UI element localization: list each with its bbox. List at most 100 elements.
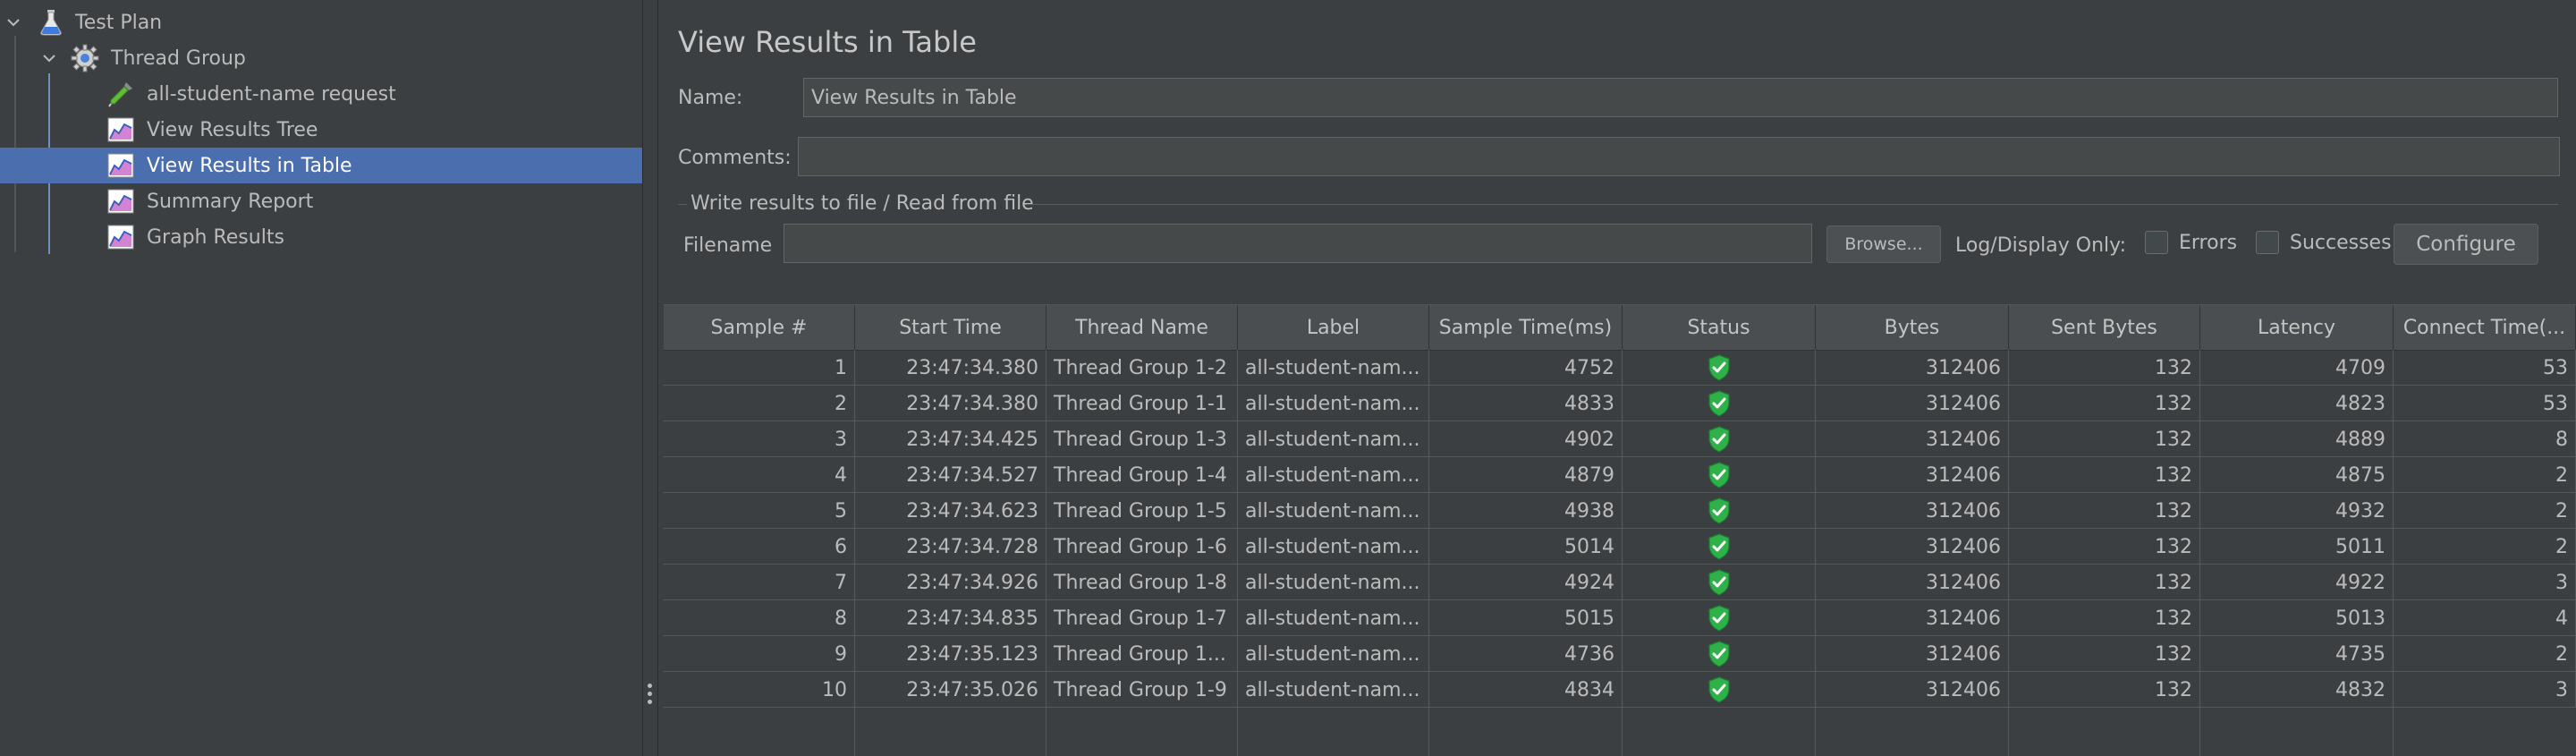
status-success-icon (1623, 600, 1816, 636)
log-display-only-label: Log/Display Only: (1955, 234, 2126, 257)
tree-item-graph-results[interactable]: Graph Results (0, 219, 642, 255)
column-header-sample-number[interactable]: Sample # (664, 305, 855, 350)
browse-button[interactable]: Browse... (1826, 225, 1941, 263)
configure-button[interactable]: Configure (2394, 224, 2538, 265)
successes-checkbox[interactable] (2256, 231, 2279, 254)
column-header-label[interactable]: Label (1238, 305, 1429, 350)
table-cell-sent-bytes: 132 (2009, 421, 2200, 457)
table-cell-sent-bytes: 132 (2009, 457, 2200, 493)
table-cell-thread-name: Thread Group 1-7 (1046, 600, 1238, 636)
column-header-connect-time[interactable]: Connect Time(... (2394, 305, 2576, 350)
table-row[interactable]: 3 23:47:34.425 Thread Group 1-3 all-student… (664, 421, 2576, 457)
column-header-sample-time[interactable]: Sample Time(ms) (1429, 305, 1623, 350)
file-section-title: Write results to file / Read from file (691, 192, 1034, 215)
table-cell-label: all-student-nam... (1238, 529, 1429, 565)
table-row[interactable]: 6 23:47:34.728 Thread Group 1-6 all-student… (664, 529, 2576, 565)
table-cell-label: all-student-nam... (1238, 350, 1429, 386)
drag-handle-icon[interactable] (648, 684, 653, 708)
tree-item-thread-group[interactable]: Thread Group (0, 40, 642, 76)
status-success-icon (1623, 529, 1816, 565)
table-cell-sample-time: 5015 (1429, 600, 1623, 636)
tree-item-summary-report[interactable]: Summary Report (0, 183, 642, 219)
table-cell-latency: 4735 (2200, 636, 2394, 672)
table-cell-sample-number: 2 (664, 386, 855, 421)
table-row[interactable]: 9 23:47:35.123 Thread Group 1... all-studen… (664, 636, 2576, 672)
status-success-icon (1623, 493, 1816, 529)
table-row[interactable]: 4 23:47:34.527 Thread Group 1-4 all-student… (664, 457, 2576, 493)
table-cell-sample-number: 10 (664, 672, 855, 708)
table-row[interactable]: 2 23:47:34.380 Thread Group 1-1 all-student… (664, 386, 2576, 421)
section-divider (678, 204, 687, 205)
column-header-start-time[interactable]: Start Time (855, 305, 1046, 350)
table-cell-connect-time: 3 (2394, 672, 2576, 708)
chevron-down-icon[interactable] (4, 4, 23, 40)
comments-label: Comments: (678, 147, 792, 169)
table-cell-start-time: 23:47:34.926 (855, 565, 1046, 600)
column-header-thread-name[interactable]: Thread Name (1046, 305, 1238, 350)
table-cell-sample-number: 5 (664, 493, 855, 529)
table-cell-label: all-student-nam... (1238, 457, 1429, 493)
table-cell-bytes: 312406 (1816, 672, 2009, 708)
table-cell-sent-bytes: 132 (2009, 672, 2200, 708)
column-header-bytes[interactable]: Bytes (1816, 305, 2009, 350)
table-cell-start-time: 23:47:34.623 (855, 493, 1046, 529)
table-cell-sample-time: 4924 (1429, 565, 1623, 600)
table-cell-sample-number: 8 (664, 600, 855, 636)
column-divider (1428, 708, 1429, 756)
tree-item-test-plan[interactable]: Test Plan (0, 4, 642, 40)
table-cell-sample-time: 4752 (1429, 350, 1623, 386)
column-divider (2199, 708, 2200, 756)
table-cell-bytes: 312406 (1816, 600, 2009, 636)
table-cell-thread-name: Thread Group 1-9 (1046, 672, 1238, 708)
table-cell-latency: 4823 (2200, 386, 2394, 421)
column-divider (854, 708, 855, 756)
table-cell-sample-time: 4938 (1429, 493, 1623, 529)
table-cell-sample-number: 3 (664, 421, 855, 457)
successes-label: Successes (2290, 232, 2392, 254)
table-cell-sent-bytes: 132 (2009, 386, 2200, 421)
table-cell-thread-name: Thread Group 1-2 (1046, 350, 1238, 386)
chevron-down-icon[interactable] (39, 40, 59, 76)
section-divider (1027, 204, 2558, 205)
chart-icon (106, 115, 136, 145)
chart-icon (106, 150, 136, 181)
table-cell-start-time: 23:47:35.026 (855, 672, 1046, 708)
status-success-icon (1623, 386, 1816, 421)
table-row[interactable]: 5 23:47:34.623 Thread Group 1-5 all-student… (664, 493, 2576, 529)
table-cell-label: all-student-nam... (1238, 672, 1429, 708)
column-header-latency[interactable]: Latency (2200, 305, 2394, 350)
table-cell-latency: 4932 (2200, 493, 2394, 529)
table-cell-connect-time: 4 (2394, 600, 2576, 636)
column-header-sent-bytes[interactable]: Sent Bytes (2009, 305, 2200, 350)
status-success-icon (1623, 565, 1816, 600)
name-input[interactable]: View Results in Table (803, 78, 2558, 117)
column-divider (2393, 708, 2394, 756)
table-row[interactable]: 1 23:47:34.380 Thread Group 1-2 all-student… (664, 350, 2576, 386)
errors-checkbox[interactable] (2145, 231, 2168, 254)
column-header-status[interactable]: Status (1623, 305, 1816, 350)
table-row[interactable]: 8 23:47:34.835 Thread Group 1-7 all-student… (664, 600, 2576, 636)
table-row[interactable]: 10 23:47:35.026 Thread Group 1-9 all-studen… (664, 672, 2576, 708)
table-cell-connect-time: 8 (2394, 421, 2576, 457)
table-cell-start-time: 23:47:34.835 (855, 600, 1046, 636)
table-row[interactable]: 7 23:47:34.926 Thread Group 1-8 all-student… (664, 565, 2576, 600)
table-cell-thread-name: Thread Group 1-5 (1046, 493, 1238, 529)
filename-input[interactable] (784, 224, 1812, 263)
status-success-icon (1623, 421, 1816, 457)
table-cell-label: all-student-nam... (1238, 421, 1429, 457)
tree-item-label: Summary Report (147, 190, 314, 213)
table-cell-sample-number: 7 (664, 565, 855, 600)
status-success-icon (1623, 350, 1816, 386)
tree-item-view-results-tree[interactable]: View Results Tree (0, 112, 642, 148)
comments-input[interactable] (798, 137, 2560, 176)
tree-item-http-request[interactable]: all-student-name request (0, 76, 642, 112)
table-cell-thread-name: Thread Group 1-4 (1046, 457, 1238, 493)
split-pane-divider[interactable] (643, 0, 658, 756)
filename-label: Filename (683, 234, 773, 257)
column-divider (1237, 708, 1238, 756)
table-cell-start-time: 23:47:34.380 (855, 350, 1046, 386)
results-table-panel: View Results in Table Name: View Results… (658, 0, 2576, 756)
table-cell-connect-time: 2 (2394, 636, 2576, 672)
test-plan-tree: Test Plan Thread Group all-student-name … (0, 0, 643, 756)
tree-item-view-results-in-table[interactable]: View Results in Table (0, 148, 642, 183)
